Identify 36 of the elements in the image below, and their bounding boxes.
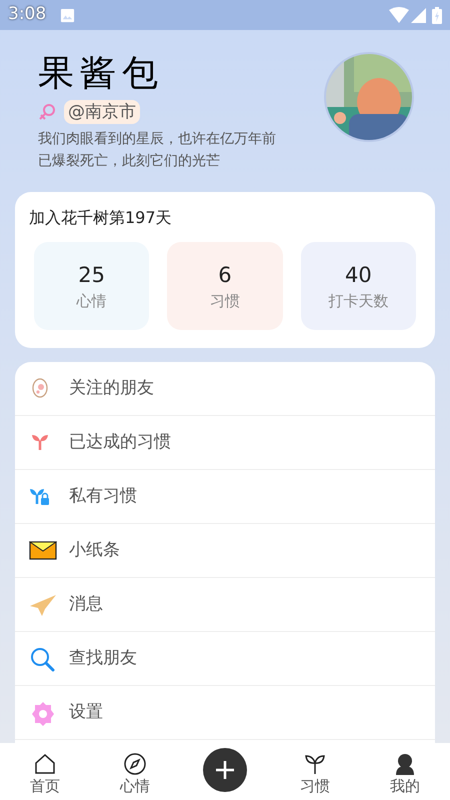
join-days-text: 加入花千树第197天 [29, 207, 173, 229]
menu-item[interactable]: 小纸条 [15, 524, 435, 578]
menu-item[interactable]: 查找朋友 [15, 632, 435, 686]
nav-tab[interactable]: 习惯 [270, 752, 360, 796]
menu-item[interactable]: 已达成的习惯 [15, 416, 435, 470]
battery-icon [432, 6, 442, 24]
status-time: 3:08 [8, 3, 46, 26]
stat-value: 25 [78, 262, 106, 289]
wifi-icon [389, 7, 409, 23]
stat-tile[interactable]: 25 心情 [34, 242, 150, 330]
menu-item[interactable]: 私有习惯 [15, 470, 435, 524]
home-icon [33, 752, 57, 776]
menu-item[interactable]: 消息 [15, 578, 435, 632]
stat-tile[interactable]: 40 打卡天数 [300, 242, 416, 330]
person-icon [393, 752, 417, 776]
plus-icon [215, 760, 235, 780]
location-tag: @南京市 [64, 100, 140, 124]
signal-icon [411, 8, 426, 22]
gear-icon [29, 700, 57, 726]
nav-tab[interactable]: 我的 [360, 752, 450, 796]
menu-item[interactable]: 关注的朋友 [15, 362, 435, 416]
nav-tab[interactable]: 首页 [0, 752, 90, 796]
stat-value: 40 [344, 262, 372, 289]
stat-value: 6 [218, 262, 232, 289]
stat-label: 习惯 [210, 290, 240, 312]
stat-tile[interactable]: 6 习惯 [167, 242, 283, 330]
menu-item[interactable]: 设置 [15, 686, 435, 740]
nav-tab[interactable]: 心情 [90, 752, 180, 796]
compass-icon [123, 752, 147, 776]
stat-label: 打卡天数 [328, 290, 388, 312]
search-icon [29, 646, 57, 672]
stat-label: 心情 [76, 290, 107, 312]
user-name: 果酱包 [38, 52, 165, 96]
image-icon [60, 8, 76, 22]
add-button[interactable] [203, 748, 247, 792]
bio-text: 我们肉眼看到的星辰，也许在亿万年前已爆裂死亡，此刻它们的光芒 [38, 130, 277, 171]
